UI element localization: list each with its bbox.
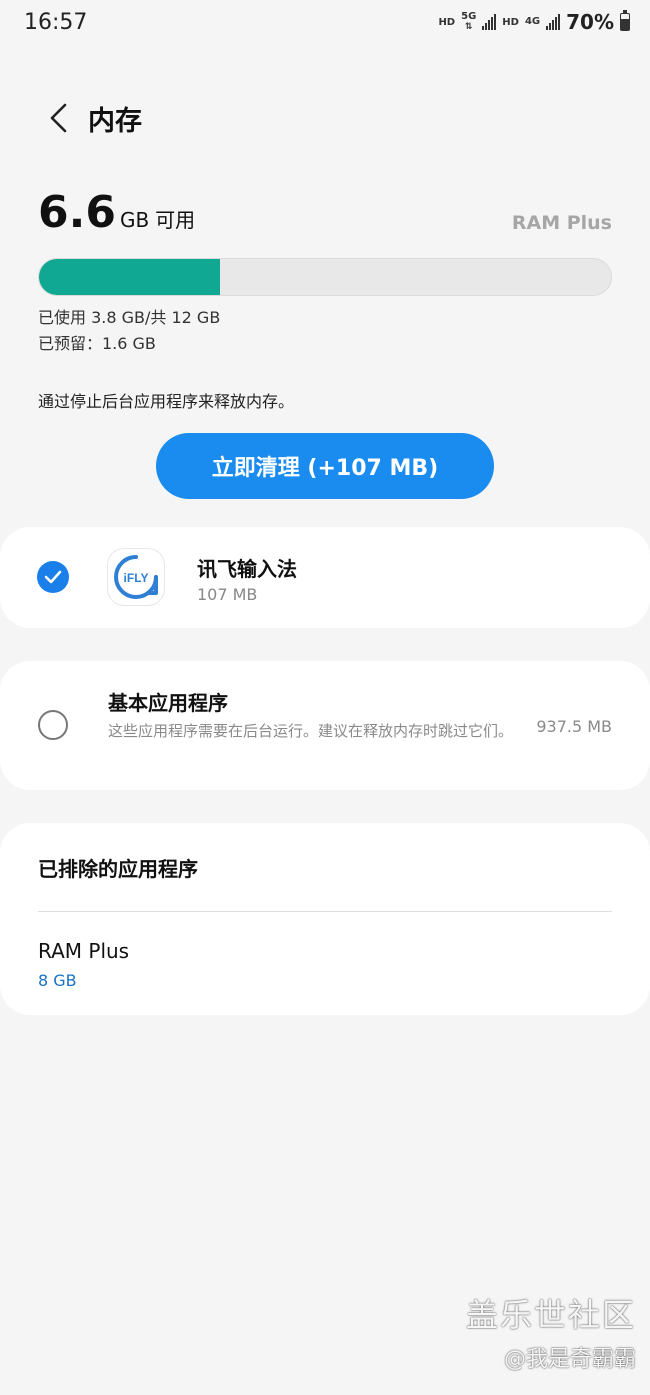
excluded-apps-title: 已排除的应用程序 xyxy=(38,857,198,881)
network-5g-icon: 5G ⇅ xyxy=(461,11,477,33)
excluded-apps-card: 已排除的应用程序 RAM Plus 8 GB xyxy=(0,823,650,1015)
basic-apps-card[interactable]: 基本应用程序 这些应用程序需要在后台运行。建议在释放内存时跳过它们。 937.5… xyxy=(0,661,650,790)
battery-icon xyxy=(620,10,630,31)
status-icons: HD 5G ⇅ HD 4G 70% xyxy=(438,10,630,34)
hint-text: 通过停止后台应用程序来释放内存。 xyxy=(38,392,295,411)
watermark-author: @我是奇霸霸 xyxy=(503,1347,636,1372)
memory-available: 6.6 GB 可用 xyxy=(38,187,195,238)
memory-usage-bar xyxy=(38,258,612,296)
ram-plus-value: 8 GB xyxy=(38,971,77,990)
hd-label-2: HD xyxy=(502,16,519,28)
available-unit: GB xyxy=(119,208,150,232)
basic-apps-size: 937.5 MB xyxy=(536,717,612,736)
status-bar: 16:57 HD 5G ⇅ HD 4G 70% xyxy=(0,0,650,46)
clean-now-button[interactable]: 立即清理 (+107 MB) xyxy=(156,433,494,499)
ram-plus-link[interactable]: RAM Plus xyxy=(512,212,612,234)
battery-fill xyxy=(621,18,629,30)
basic-apps-title: 基本应用程序 xyxy=(108,691,228,715)
basic-apps-description: 这些应用程序需要在后台运行。建议在释放内存时跳过它们。 xyxy=(108,722,514,740)
available-value: 6.6 xyxy=(38,187,116,238)
hd-label: HD xyxy=(438,16,456,28)
ifly-logo-text: iFLY xyxy=(124,571,149,585)
used-text: 已使用 3.8 GB/共 12 GB xyxy=(38,308,221,327)
signal-strength-icon-2 xyxy=(546,14,561,30)
memory-usage-fill xyxy=(39,259,221,295)
divider xyxy=(38,911,612,912)
checkbox-checked-icon[interactable] xyxy=(37,561,69,593)
app-size: 107 MB xyxy=(197,585,258,604)
ram-plus-item[interactable]: RAM Plus xyxy=(38,939,129,963)
app-header: 内存 xyxy=(36,96,142,140)
ifly-app-icon: iFLY xyxy=(108,549,164,605)
network-5g-label: 5G xyxy=(461,11,477,22)
checkbox-unchecked-icon[interactable] xyxy=(38,710,68,740)
data-arrows-icon: ⇅ xyxy=(464,22,473,32)
memory-summary: 6.6 GB 可用 RAM Plus xyxy=(38,186,612,246)
watermark-community: 盖乐世社区 xyxy=(465,1296,636,1334)
status-time: 16:57 xyxy=(24,10,88,35)
app-name: 讯飞输入法 xyxy=(197,557,297,581)
battery-percent: 70% xyxy=(566,10,614,34)
network-4g-label: 4G xyxy=(524,16,541,27)
signal-strength-icon xyxy=(482,14,497,30)
reserved-text: 已预留：1.6 GB xyxy=(38,334,156,353)
page-title: 内存 xyxy=(88,105,142,137)
available-label: 可用 xyxy=(155,208,196,232)
back-arrow-icon[interactable] xyxy=(36,96,80,140)
app-card-ifly[interactable]: iFLY 讯飞输入法 107 MB xyxy=(0,527,650,628)
